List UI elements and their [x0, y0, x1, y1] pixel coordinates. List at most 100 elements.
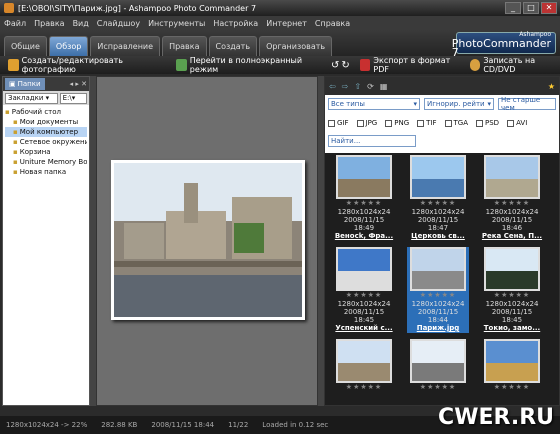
- rating-stars[interactable]: ★★★★★: [333, 199, 395, 208]
- thumbnail-info: 1280x1024x24: [411, 300, 465, 308]
- filetype-checkbox[interactable]: PNG: [385, 119, 409, 127]
- star-icon[interactable]: ★: [548, 82, 555, 91]
- tab-2[interactable]: Исправление: [90, 36, 161, 56]
- folder-icon: ▣: [9, 80, 16, 88]
- rating-stars[interactable]: ★★★★★: [407, 199, 469, 208]
- tree-item-label: Рабочий стол: [11, 108, 62, 116]
- thumbnail-image: [484, 247, 540, 291]
- thumbnail-image: [336, 247, 392, 291]
- rotate-right-button[interactable]: ↻: [341, 60, 349, 71]
- tab-folders[interactable]: ▣ Папки: [5, 78, 45, 90]
- rating-stars[interactable]: ★★★★★: [481, 383, 543, 392]
- thumbnail-name: Веносk, Фра...: [334, 232, 394, 240]
- tab-0[interactable]: Общие: [4, 36, 47, 56]
- bookmarks-select[interactable]: Закладки ▾: [5, 92, 58, 104]
- tab-1[interactable]: Обзор: [48, 36, 89, 56]
- type-filter-label: Все типы: [331, 100, 365, 108]
- thumbnail-item[interactable]: ★★★★★ 1280x1024x24 2008/11/15 18:47 Церковь…: [407, 155, 469, 241]
- menu-bar: Файл Правка Вид Слайдшоу Инструменты Настройк…: [0, 16, 560, 30]
- up-icon[interactable]: ⇧: [354, 82, 361, 91]
- menu-item[interactable]: Инструменты: [148, 19, 205, 28]
- rotate-right-icon: ↻: [341, 59, 350, 71]
- thumbnail-name: Париж.jpg: [416, 324, 460, 332]
- thumbnail-item[interactable]: ★★★★★: [333, 339, 395, 425]
- thumbnail-item[interactable]: ★★★★★ 1280x1024x24 2008/11/15 18:49 Веносk,…: [333, 155, 395, 241]
- menu-item[interactable]: Правка: [34, 19, 64, 28]
- filetype-checkbox[interactable]: TGA: [444, 119, 469, 127]
- filetype-label: TGA: [453, 119, 469, 127]
- tree-item[interactable]: ▪ Корзина: [5, 147, 87, 157]
- close-button[interactable]: ✕: [541, 2, 557, 14]
- view-icon[interactable]: ▦: [380, 82, 388, 91]
- preview-photo[interactable]: [111, 160, 305, 320]
- rating-stars[interactable]: ★★★★★: [481, 199, 543, 208]
- filetype-label: PNG: [394, 119, 410, 127]
- menu-item[interactable]: Настройка: [213, 19, 258, 28]
- type-filter-select[interactable]: Все типы ▾: [328, 98, 420, 110]
- thumbnail-image: [410, 155, 466, 199]
- filetype-label: GIF: [337, 119, 349, 127]
- filetype-checkbox[interactable]: AVI: [507, 119, 527, 127]
- filetype-checkbox[interactable]: JPG: [356, 119, 377, 127]
- filetype-checkbox[interactable]: GIF: [328, 119, 349, 127]
- logo-product: PhotoCommander 7: [451, 36, 551, 59]
- rotate-left-button[interactable]: ↺: [331, 60, 339, 71]
- search-input[interactable]: Найти...: [328, 135, 416, 147]
- tree-item[interactable]: ▪ Рабочий стол: [5, 107, 87, 117]
- folder-icon: ▪: [5, 108, 10, 116]
- thumbnail-item[interactable]: ★★★★★ 1280x1024x24 2008/11/15 18:44 Париж.j…: [407, 247, 469, 333]
- rating-stars[interactable]: ★★★★★: [407, 383, 469, 392]
- thumbnail-image: [336, 155, 392, 199]
- fullscreen-button[interactable]: Перейти в полноэкранный режим: [176, 56, 317, 74]
- rating-stars[interactable]: ★★★★★: [481, 291, 543, 300]
- tab-folders-label: Папки: [17, 80, 41, 88]
- tab-3[interactable]: Правка: [162, 36, 207, 56]
- tab-4[interactable]: Создать: [208, 36, 258, 56]
- tree-item[interactable]: ▪ Uniture Memory Boo: [5, 157, 87, 167]
- thumbnail-item[interactable]: ★★★★★ 1280x1024x24 2008/11/15 18:45 Токио, …: [481, 247, 543, 333]
- folders-panel: ▣ Папки ◂ ▸ ✕ Закладки ▾ E:\ ▾ ▪ Рабочий с…: [2, 76, 90, 406]
- disc-icon: [469, 59, 481, 71]
- minimize-button[interactable]: _: [505, 2, 521, 14]
- folder-tree: ▪ Рабочий стол ▪ Мои документы ▪ Мой компьюте…: [3, 105, 89, 179]
- back-icon[interactable]: ⇦: [329, 82, 336, 91]
- create-edit-button[interactable]: Создать/редактировать фотографию: [8, 56, 162, 74]
- filetype-checkbox[interactable]: TIF: [417, 119, 437, 127]
- folder-icon: ▪: [13, 158, 18, 166]
- panel-nav-icons[interactable]: ◂ ▸ ✕: [70, 80, 87, 88]
- rating-stars[interactable]: ★★★★★: [407, 291, 469, 300]
- rating-stars[interactable]: ★★★★★: [333, 383, 395, 392]
- filetype-checkbox[interactable]: PSD: [476, 119, 499, 127]
- forward-icon[interactable]: ⇨: [342, 82, 349, 91]
- thumbnail-item[interactable]: ★★★★★ 1280x1024x24 2008/11/15 18:46 Река Се…: [481, 155, 543, 241]
- export-pdf-button[interactable]: Экспорт в формат PDF: [359, 56, 458, 74]
- title-bar: [E:\OBOI\SITY\Париж.jpg] - Ashampoo Phot…: [0, 0, 560, 16]
- tree-item[interactable]: ▪ Новая папка: [5, 167, 87, 177]
- folder-icon: ▪: [13, 138, 18, 146]
- thumbnail-name: Церковь св...: [411, 232, 465, 240]
- export-pdf-label: Экспорт в формат PDF: [373, 56, 451, 74]
- menu-item[interactable]: Файл: [4, 19, 26, 28]
- rating-filter-select[interactable]: Игнорир. рейти ▾: [424, 98, 494, 110]
- pdf-icon: [359, 59, 371, 71]
- tab-5[interactable]: Организовать: [259, 36, 333, 56]
- thumbnail-item[interactable]: ★★★★★ 1280x1024x24 2008/11/15 18:45 Успенск…: [333, 247, 395, 333]
- status-dims: 1280x1024x24 -> 22%: [6, 421, 88, 429]
- rating-stars[interactable]: ★★★★★: [333, 291, 395, 300]
- tree-item[interactable]: ▪ Мой компьютер: [5, 127, 87, 137]
- filetype-label: PSD: [485, 119, 500, 127]
- drive-select[interactable]: E:\ ▾: [59, 92, 87, 104]
- burn-disc-button[interactable]: Записать на CD/DVD: [469, 56, 560, 74]
- filetype-checkboxes: GIF JPG PNG TIF TGA PSD AVI: [328, 119, 527, 127]
- image-preview: [96, 76, 318, 406]
- menu-item[interactable]: Справка: [315, 19, 350, 28]
- age-filter-select[interactable]: Не старше чем: [498, 96, 556, 112]
- menu-item[interactable]: Вид: [73, 19, 89, 28]
- menu-item[interactable]: Интернет: [266, 19, 307, 28]
- refresh-icon[interactable]: ⟳: [367, 82, 374, 91]
- maximize-button[interactable]: □: [523, 2, 539, 14]
- tree-item[interactable]: ▪ Сетевое окружение: [5, 137, 87, 147]
- tree-item[interactable]: ▪ Мои документы: [5, 117, 87, 127]
- menu-item[interactable]: Слайдшоу: [97, 19, 140, 28]
- thumbnail-image: [410, 247, 466, 291]
